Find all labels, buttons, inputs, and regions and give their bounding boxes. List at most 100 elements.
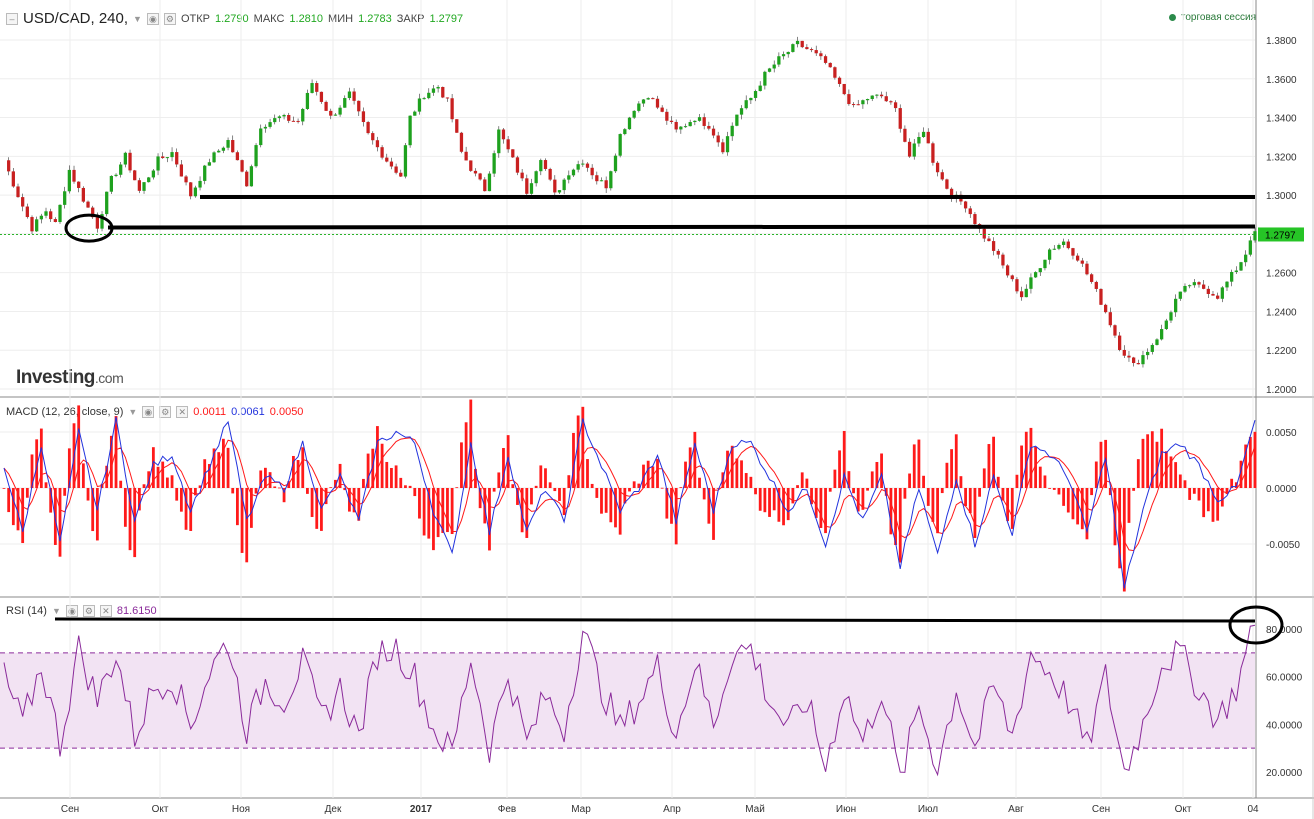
macd-histogram-bar [880,453,883,488]
visibility-icon[interactable]: ◉ [142,406,155,418]
close-icon[interactable]: ✕ [176,406,189,418]
macd-histogram-bar [754,488,757,495]
x-tick-label: Июн [836,804,856,815]
collapse-icon[interactable]: – [6,12,18,25]
macd-histogram-bar [249,488,253,528]
macd-histogram-bar [968,488,972,514]
macd-histogram-bar [1155,441,1159,488]
macd-histogram-bar [777,488,781,522]
macd-histogram-bar [1001,488,1005,501]
macd-histogram-bar [151,447,155,488]
macd-histogram-bar [63,488,67,496]
logo-suffix: .com [94,370,124,386]
macd-histogram-bar [581,406,585,488]
macd-histogram-bar [427,488,431,539]
visibility-icon[interactable]: ◉ [146,12,159,25]
x-tick-label: Апр [663,804,681,815]
macd-histogram-bar [1020,445,1024,488]
settings-icon[interactable]: ⚙ [163,12,176,25]
macd-histogram-bar [221,438,225,488]
macd-histogram-bar [1146,434,1150,488]
macd-histogram-bar [1160,428,1164,488]
macd-histogram-bar [730,445,734,488]
open-value: 1.2790 [215,12,249,25]
macd-histogram-bar [642,464,645,488]
macd-histogram-bar [912,444,916,488]
macd-histogram-bar [889,488,893,535]
macd-histogram-bar [833,469,837,488]
macd-histogram-bar [198,485,202,488]
symbol-label[interactable]: USD/CAD, 240, [23,10,128,27]
x-tick-label: Май [745,804,765,815]
macd-histogram-bar [1057,488,1061,495]
macd-histogram-bar [1239,460,1243,488]
rsi-title[interactable]: RSI (14) [6,605,47,617]
macd-histogram-bar [478,488,482,509]
macd-histogram-bar [217,452,221,488]
macd-histogram-bar [898,488,902,563]
close-label: ЗАКР [396,12,425,25]
macd-histogram-bar [982,468,986,488]
macd-histogram-bar [436,488,440,538]
macd-histogram-bar [525,488,529,538]
macd-histogram-bar [931,488,935,522]
chevron-down-icon[interactable]: ▼ [133,14,142,24]
macd-title[interactable]: MACD (12, 26, close, 9) [6,406,123,418]
session-label: торговая сессия [1180,12,1256,23]
macd-histogram-bar [184,488,188,530]
close-icon[interactable]: ✕ [99,605,112,617]
macd-histogram-bar [758,488,762,511]
macd-histogram-bar [189,488,193,531]
visibility-icon[interactable]: ◉ [65,605,78,617]
macd-histogram-bar [315,488,319,529]
macd-histogram-bar [81,463,85,488]
macd-histogram-bar [179,488,183,512]
investing-logo: Investing.com [16,367,124,389]
macd-histogram-bar [362,478,365,488]
x-tick-label: Окт [1175,804,1192,815]
macd-histogram-bar [1141,438,1145,488]
chevron-down-icon[interactable]: ▼ [52,606,61,616]
macd-histogram-bar [175,488,179,501]
y-tick-label: 80.0000 [1266,625,1303,636]
macd-histogram-bar [763,488,767,513]
macd-histogram-bar [866,488,869,491]
macd-histogram-bar [235,488,239,526]
macd-histogram-bar [782,488,785,526]
macd-histogram-bar [161,461,165,488]
macd-histogram-bar [245,488,249,563]
macd-histogram-bar [422,488,426,536]
macd-histogram-bar [726,450,729,488]
macd-histogram-bar [67,448,71,488]
macd-histogram-bar [7,488,11,513]
macd-histogram-bar [945,462,949,488]
macd-histogram-bar [1048,488,1052,489]
macd-histogram-bar [147,471,151,488]
macd-histogram-bar [380,443,384,488]
macd-histogram-bar [399,477,403,488]
chevron-down-icon[interactable]: ▼ [128,407,137,417]
session-indicator: торговая сессия [1168,12,1256,23]
macd-histogram-bar [506,435,510,488]
macd-histogram-bar [716,487,720,489]
macd-histogram-bar [1085,488,1089,540]
macd-histogram-bar [520,488,524,533]
macd-histogram-bar [343,488,347,491]
macd-histogram-bar [856,488,860,512]
macd-histogram-bar [1230,478,1234,488]
x-tick-label: Ноя [232,804,250,815]
rsi-value: 81.6150 [116,605,157,617]
macd-histogram-bar [614,488,617,528]
settings-icon[interactable]: ⚙ [159,406,172,418]
macd-histogram-bar [357,488,361,521]
macd-histogram-bar [16,488,20,531]
macd-histogram-bar [707,488,711,524]
macd-histogram-bar [394,465,398,488]
settings-icon[interactable]: ⚙ [82,605,95,617]
macd-histogram-bar [562,488,566,516]
macd-histogram-bar [842,430,846,488]
x-tick-label: 04 [1247,804,1259,815]
price-pane[interactable]: – USD/CAD, 240, ▼ ◉ ⚙ ОТКР 1.2790 МАКС 1… [0,0,1314,397]
macd-histogram-bar [1113,488,1117,546]
low-value: 1.2783 [358,12,392,25]
